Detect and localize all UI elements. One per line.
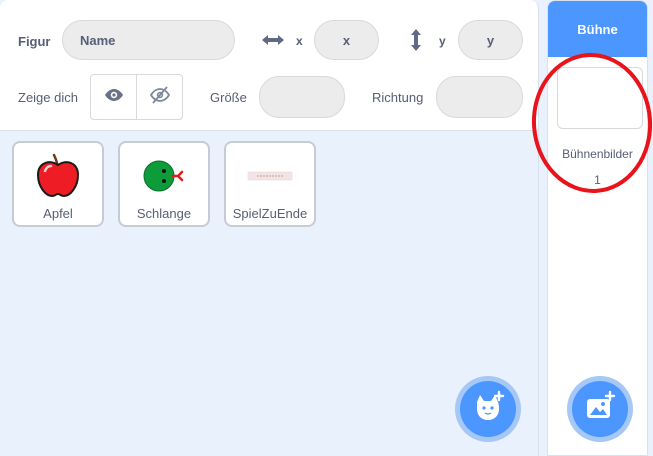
- direction-input[interactable]: [436, 76, 523, 118]
- stage-header[interactable]: Bühne: [548, 1, 647, 57]
- snake-icon: [120, 151, 208, 201]
- backdrops-label: Bühnenbilder: [562, 147, 633, 161]
- sprite-name: Schlange: [136, 206, 192, 221]
- image-plus-icon: [583, 390, 617, 429]
- sprite-info-panel: Figur Name x x y y Zeige dich Größe Rich…: [0, 0, 538, 131]
- backdrop-count: 1: [594, 173, 601, 187]
- hide-sprite-button[interactable]: [136, 75, 182, 119]
- sprite-label: Figur: [18, 34, 51, 49]
- visibility-toggle-group: [90, 74, 183, 120]
- x-label: x: [296, 34, 303, 48]
- stage-pane[interactable]: Bühne Bühnenbilder 1: [547, 0, 648, 456]
- size-label: Größe: [210, 90, 247, 105]
- y-position-input[interactable]: y: [458, 20, 523, 60]
- sprite-tile-spielzuende[interactable]: SpielZuEnde: [224, 141, 316, 227]
- direction-label: Richtung: [372, 90, 424, 105]
- x-position-input[interactable]: x: [314, 20, 379, 60]
- sprite-name-input[interactable]: Name: [62, 20, 235, 60]
- vertical-arrows-icon: [408, 27, 424, 53]
- sprite-name: Apfel: [43, 206, 73, 221]
- cat-plus-icon: [471, 390, 505, 429]
- show-sprite-button[interactable]: [91, 75, 136, 119]
- eye-icon: [104, 88, 124, 107]
- eye-slash-icon: [149, 85, 170, 109]
- sprite-pane: Figur Name x x y y Zeige dich Größe Rich…: [0, 0, 539, 456]
- stage-thumbnail[interactable]: [557, 67, 643, 129]
- y-label: y: [439, 34, 446, 48]
- sprite-tile-schlange[interactable]: Schlange: [118, 141, 210, 227]
- sprite-name: SpielZuEnde: [232, 206, 308, 221]
- apple-icon: [14, 151, 102, 201]
- horizontal-arrows-icon: [261, 30, 285, 50]
- sprite-tile-apfel[interactable]: Apfel: [12, 141, 104, 227]
- size-input[interactable]: [259, 76, 345, 118]
- add-backdrop-button[interactable]: [567, 376, 633, 442]
- show-label: Zeige dich: [18, 90, 78, 105]
- add-sprite-button[interactable]: [455, 376, 521, 442]
- game-over-banner-icon: [226, 151, 314, 201]
